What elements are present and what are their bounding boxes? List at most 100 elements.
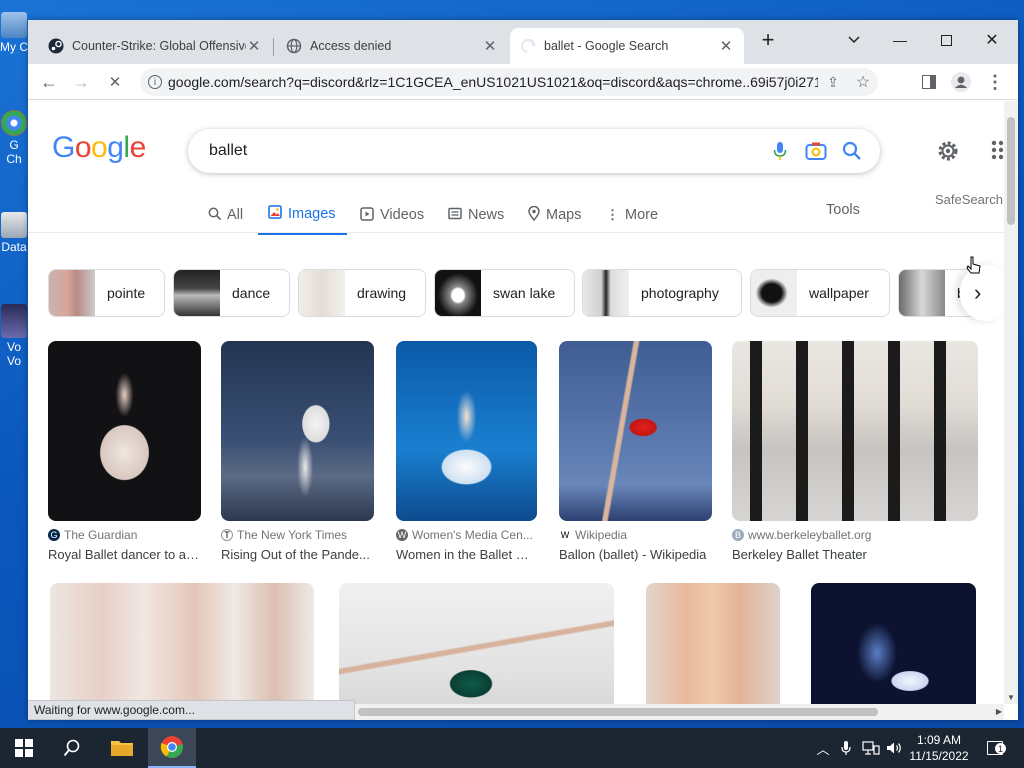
chip-label: drawing [357, 285, 407, 301]
start-button[interactable] [0, 728, 48, 768]
image-result[interactable] [50, 583, 314, 704]
chrome-icon [160, 736, 183, 758]
result-title[interactable]: Royal Ballet dancer to au... [48, 547, 201, 562]
desktop-icon-vo[interactable]: Vo Vo [0, 304, 28, 368]
search-box[interactable]: ballet [188, 129, 880, 173]
chip-drawing[interactable]: drawing [298, 269, 426, 317]
scrollbar-thumb[interactable] [1007, 117, 1015, 225]
settings-button[interactable] [932, 135, 964, 167]
result-thumbnail[interactable] [339, 583, 614, 704]
back-button[interactable]: ← [36, 70, 62, 94]
image-result[interactable]: W Wikipedia Ballon (ballet) - Wikipedia [559, 341, 712, 562]
scroll-right-arrow-icon[interactable]: ▶ [996, 707, 1002, 716]
tab-strip: Counter-Strike: Global Offensive ✕ Acces… [28, 20, 1018, 64]
result-thumbnail[interactable] [396, 341, 537, 521]
tab-ballet-google-search[interactable]: ballet - Google Search ✕ [510, 28, 744, 64]
stop-loading-button[interactable]: ✕ [102, 70, 128, 94]
forward-button[interactable]: → [68, 70, 94, 94]
search-input[interactable]: ballet [209, 142, 762, 160]
show-hidden-icons-button[interactable]: ︿ [814, 728, 832, 768]
maximize-button[interactable] [926, 26, 966, 54]
result-thumbnail[interactable] [732, 341, 978, 521]
notifications-button[interactable]: 1 [982, 728, 1008, 768]
safesearch-link[interactable]: SafeSearch [935, 192, 1003, 207]
browser-toolbar: ← → ✕ i google.com/search?q=discord&rlz=… [28, 64, 1018, 100]
close-tab-icon[interactable]: ✕ [246, 37, 262, 55]
result-thumbnail[interactable] [50, 583, 314, 704]
image-result[interactable] [339, 583, 614, 704]
bookmark-star-icon[interactable]: ☆ [848, 72, 878, 92]
chip-pointe[interactable]: pointe [48, 269, 165, 317]
tab-counter-strike[interactable]: Counter-Strike: Global Offensive ✕ [38, 28, 272, 64]
result-thumbnail[interactable] [811, 583, 976, 704]
tools-button[interactable]: Tools [826, 202, 860, 218]
network-icon[interactable] [860, 728, 882, 768]
chrome-taskbar-button[interactable] [148, 728, 196, 768]
kebab-icon: ⋮ [606, 207, 619, 222]
result-title[interactable]: Women in the Ballet W... [396, 547, 537, 562]
search-icon [208, 207, 222, 223]
side-panel-button[interactable] [916, 70, 942, 94]
chevron-down-icon [848, 36, 860, 44]
scrollbar-thumb[interactable] [358, 708, 878, 716]
tab-label: Videos [380, 207, 425, 223]
search-button[interactable] [48, 728, 96, 768]
tab-access-denied[interactable]: Access denied ✕ [276, 28, 508, 64]
tab-maps[interactable]: Maps [528, 195, 581, 235]
chip-wallpaper[interactable]: wallpaper [750, 269, 890, 317]
image-result[interactable]: T The New York Times Rising Out of the Pa… [221, 341, 374, 562]
minimize-button[interactable]: — [880, 26, 920, 54]
notification-count-badge: 1 [995, 743, 1006, 754]
volume-icon[interactable] [884, 728, 904, 768]
chip-thumbnail [435, 270, 481, 316]
result-thumbnail[interactable] [48, 341, 201, 521]
close-tab-icon[interactable]: ✕ [482, 37, 498, 55]
image-result[interactable]: W Women's Media Cen... Women in the Balle… [396, 341, 537, 562]
chip-dance[interactable]: dance [173, 269, 290, 317]
desktop-icon-my-computer[interactable]: My C [0, 12, 28, 54]
desktop-icon-chrome[interactable]: G Ch [0, 110, 28, 166]
tab-search-button[interactable] [834, 26, 874, 54]
microphone-icon[interactable] [762, 133, 798, 169]
chip-photography[interactable]: photography [582, 269, 742, 317]
result-title[interactable]: Ballon (ballet) - Wikipedia [559, 547, 712, 562]
search-icon[interactable] [834, 133, 870, 169]
share-icon[interactable]: ⇪ [818, 74, 848, 91]
google-logo[interactable]: Google [52, 131, 146, 165]
tab-news[interactable]: News [448, 195, 504, 235]
profile-button[interactable] [948, 70, 974, 94]
image-result[interactable] [646, 583, 780, 704]
tab-images[interactable]: Images [258, 195, 347, 235]
image-result[interactable] [811, 583, 976, 704]
result-thumbnail[interactable] [646, 583, 780, 704]
system-clock[interactable]: 1:09 AM 11/15/2022 [906, 732, 972, 764]
divider [28, 232, 1004, 233]
microphone-icon[interactable] [838, 728, 854, 768]
image-result[interactable]: Bwww.berkeleyballet.org Berkeley Ballet … [732, 341, 978, 562]
chip-label: wallpaper [809, 285, 869, 301]
result-title[interactable]: Rising Out of the Pande... [221, 547, 374, 562]
steam-icon [48, 38, 64, 54]
map-pin-icon [528, 205, 540, 224]
tab-all[interactable]: All [208, 195, 243, 235]
tab-more[interactable]: ⋮ More [606, 195, 658, 235]
address-bar[interactable]: i google.com/search?q=discord&rlz=1C1GCE… [140, 68, 878, 96]
new-tab-button[interactable]: + [748, 26, 788, 54]
desktop-icon-data[interactable]: Data [0, 212, 28, 254]
browser-menu-button[interactable]: ⋮ [982, 70, 1008, 94]
chip-swan-lake[interactable]: swan lake [434, 269, 575, 317]
close-window-button[interactable]: ✕ [972, 26, 1012, 54]
result-thumbnail[interactable] [559, 341, 712, 521]
google-apps-button[interactable] [984, 137, 1004, 165]
camera-lens-icon[interactable] [798, 133, 834, 169]
scroll-down-arrow-icon[interactable]: ▼ [1007, 693, 1015, 702]
tab-videos[interactable]: Videos [360, 195, 424, 235]
result-title[interactable]: Berkeley Ballet Theater [732, 547, 978, 562]
clock-date: 11/15/2022 [909, 749, 969, 763]
close-tab-icon[interactable]: ✕ [718, 37, 734, 55]
database-icon [1, 212, 27, 238]
file-explorer-button[interactable] [98, 728, 146, 768]
vertical-scrollbar[interactable]: ▼ [1004, 101, 1018, 704]
result-thumbnail[interactable] [221, 341, 374, 521]
image-result[interactable]: G The Guardian Royal Ballet dancer to au.… [48, 341, 201, 562]
